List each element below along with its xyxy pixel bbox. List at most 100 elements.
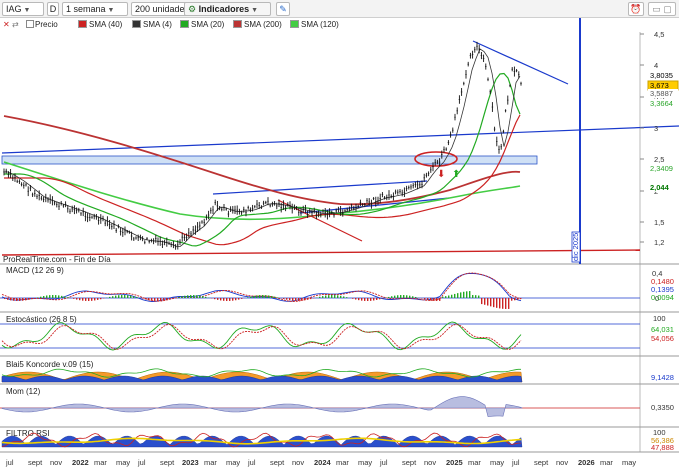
macd-bar — [403, 295, 405, 298]
macd-bar — [319, 296, 321, 298]
time-axis-label: sept — [270, 458, 285, 467]
macd-bar — [100, 298, 102, 300]
macd-bar — [463, 291, 465, 298]
macd-bar — [67, 297, 69, 298]
macd-bar — [466, 291, 468, 298]
stoch-tick: 100 — [653, 314, 666, 323]
macd-bar — [508, 298, 510, 309]
macd-bar — [253, 295, 255, 298]
macd-bar — [460, 292, 462, 298]
macd-bar — [181, 296, 183, 298]
macd-bar — [301, 298, 303, 301]
time-axis-label: mar — [336, 458, 349, 467]
macd-bar — [58, 295, 60, 298]
macd-bar — [475, 295, 477, 298]
macd-bar — [256, 295, 258, 298]
macd-bar — [310, 298, 312, 300]
macd-bar — [298, 298, 300, 301]
macd-bar — [223, 298, 225, 301]
time-axis-label: nov — [292, 458, 304, 467]
macd-bar — [82, 298, 84, 301]
macd-bar — [364, 298, 366, 301]
macd-bar — [115, 295, 117, 298]
macd-bar — [46, 295, 48, 298]
macd-bar — [217, 298, 219, 300]
macd-bar — [163, 298, 165, 301]
macd-bar — [439, 298, 441, 301]
macd-bar — [478, 295, 480, 298]
macd-bar — [40, 296, 42, 298]
macd-bar — [193, 295, 195, 298]
time-axis-label: nov — [424, 458, 436, 467]
macd-bar — [445, 296, 447, 298]
chart-canvas[interactable]: dic 2025 ⬇ ⬆ ProRealTime.com - Fin de Dí… — [0, 0, 679, 468]
sma4-line — [4, 48, 521, 248]
macd-bar — [202, 296, 204, 298]
time-axis-label: jul — [247, 458, 256, 467]
macd-bar — [337, 295, 339, 298]
macd-bar — [454, 293, 456, 298]
macd-bar — [511, 298, 513, 301]
macd-bar — [109, 296, 111, 298]
macd-bar — [94, 298, 96, 301]
macd-bar — [328, 295, 330, 298]
time-axis-label: 2022 — [72, 458, 89, 467]
price-tick-label: 4 — [654, 61, 658, 70]
macd-bar — [304, 298, 306, 301]
macd-bar — [481, 298, 483, 305]
time-axis-label: 2025 — [446, 458, 463, 467]
macd-bar — [331, 295, 333, 298]
time-axis: jul sept nov 2022 mar may jul sept 2023 mar may jul… — [5, 458, 636, 467]
macd-bar — [325, 295, 327, 298]
price-tick-label: 4,5 — [654, 30, 664, 39]
macd-bar — [148, 298, 150, 301]
macd-tag: 0,0094 — [651, 293, 674, 302]
macd-bar — [205, 296, 207, 298]
time-axis-label: jul — [5, 458, 14, 467]
blai-tag: 9,1428 — [651, 373, 674, 382]
macd-bar — [346, 297, 348, 298]
time-axis-label: 2026 — [578, 458, 595, 467]
macd-bar — [55, 295, 57, 298]
time-axis-label: may — [116, 458, 130, 467]
resistance-trendline[interactable] — [472, 40, 569, 85]
macd-bar — [268, 295, 270, 298]
macd-bar — [397, 295, 399, 298]
macd-bar — [25, 298, 27, 301]
macd-bar — [118, 295, 120, 298]
time-axis-label: may — [358, 458, 372, 467]
macd-bar — [154, 298, 156, 301]
macd-bar — [352, 298, 354, 299]
macd-bar — [505, 298, 507, 309]
time-axis-label: mar — [94, 458, 107, 467]
macd-bar — [19, 298, 21, 301]
macd-bar — [49, 295, 51, 298]
macd-bar — [394, 295, 396, 298]
macd-bar — [241, 298, 243, 299]
macd-bar — [43, 296, 45, 298]
macd-bar — [448, 295, 450, 298]
filtro-tag: 47,888 — [651, 443, 674, 452]
macd-bar — [178, 297, 180, 298]
macd-bar — [496, 298, 498, 308]
macd-bar — [340, 295, 342, 298]
macd-bar — [91, 298, 93, 301]
macd-bar — [307, 298, 309, 300]
time-axis-label: mar — [204, 458, 217, 467]
macd-bar — [517, 298, 519, 300]
macd-bar — [292, 298, 294, 301]
macd-bar — [286, 298, 288, 300]
macd-bar — [52, 295, 54, 298]
macd-bar — [430, 298, 432, 301]
macd-bar — [406, 295, 408, 298]
time-axis-label: jul — [379, 458, 388, 467]
macd-bar — [214, 298, 216, 300]
macd-bar — [520, 298, 522, 299]
mom-title: Mom (12) — [6, 387, 41, 396]
macd-bar — [382, 298, 384, 299]
moving-averages — [3, 48, 521, 248]
macd-bar — [151, 298, 153, 301]
macd-bar — [433, 298, 435, 301]
source-text: ProRealTime.com - Fin de Día — [3, 255, 111, 264]
time-axis-label: mar — [600, 458, 613, 467]
